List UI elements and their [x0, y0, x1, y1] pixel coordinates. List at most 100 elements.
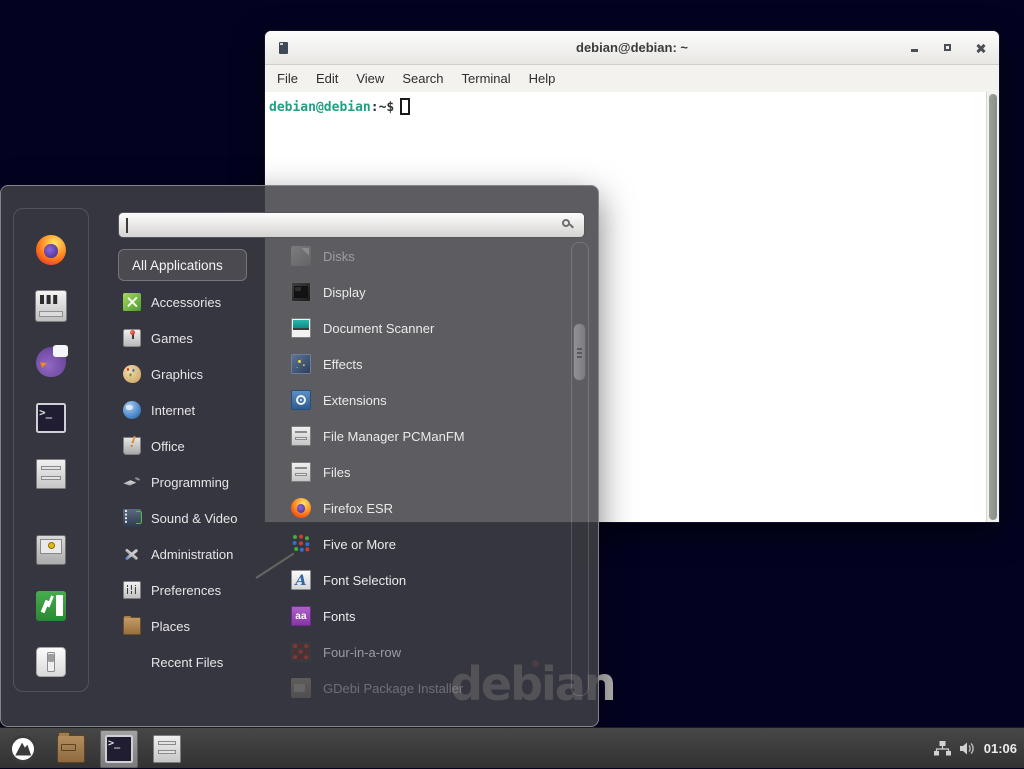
- menu-logo-icon: [9, 735, 37, 763]
- lock-screen-button[interactable]: [34, 533, 68, 567]
- category-label: Programming: [151, 475, 229, 490]
- volume-icon[interactable]: [959, 741, 976, 756]
- taskbar-file-manager-button[interactable]: [52, 730, 90, 768]
- category-places[interactable]: Places: [118, 608, 268, 644]
- menu-scrollbar-thumb[interactable]: [573, 323, 586, 381]
- taskbar-terminal-button[interactable]: >_: [100, 730, 138, 768]
- app-label: GDebi Package Installer: [323, 681, 463, 696]
- app-display[interactable]: Display: [289, 274, 561, 310]
- window-controls: [909, 31, 987, 64]
- menu-view[interactable]: View: [347, 71, 393, 86]
- app-effects[interactable]: Effects: [289, 346, 561, 382]
- terminal-menubar: FileEditViewSearchTerminalHelp: [265, 65, 999, 93]
- firefox-button[interactable]: [34, 233, 68, 267]
- category-internet[interactable]: Internet: [118, 392, 268, 428]
- category-label: Office: [151, 439, 185, 454]
- shutdown-icon: [36, 647, 66, 677]
- category-sound-video[interactable]: Sound & Video: [118, 500, 268, 536]
- app-label: Font Selection: [323, 573, 406, 588]
- category-recent-files[interactable]: Recent Files: [118, 644, 268, 680]
- extensions-icon: [291, 390, 311, 410]
- taskbar-buttons: >_: [4, 728, 186, 769]
- menu-scrollbar-track[interactable]: [571, 242, 589, 696]
- app-fonts[interactable]: aa Fonts: [289, 598, 561, 634]
- category-label: Administration: [151, 547, 233, 562]
- app-label: Files: [323, 465, 350, 480]
- gdebi-icon: [291, 678, 311, 698]
- session-buttons: [14, 533, 88, 679]
- terminal-scrollbar[interactable]: [986, 92, 999, 522]
- category-office[interactable]: Office: [118, 428, 268, 464]
- files-icon: [291, 462, 311, 482]
- prompt-suffix: :~$: [371, 100, 394, 115]
- app-gdebi-package-installer[interactable]: GDebi Package Installer: [289, 670, 561, 706]
- menu-edit[interactable]: Edit: [307, 71, 347, 86]
- favorites-sidebar: >_: [13, 208, 89, 692]
- app-document-scanner[interactable]: Document Scanner: [289, 310, 561, 346]
- app-four-in-a-row[interactable]: Four-in-a-row: [289, 634, 561, 670]
- taskbar-menu-button[interactable]: [4, 730, 42, 768]
- places-icon: [123, 617, 141, 635]
- app-label: Document Scanner: [323, 321, 434, 336]
- app-label: Four-in-a-row: [323, 645, 401, 660]
- category-label: Graphics: [151, 367, 203, 382]
- category-list: All ApplicationsAccessories Games Graphics…: [118, 246, 268, 680]
- search-input[interactable]: [118, 212, 585, 238]
- logout-icon: [36, 591, 66, 621]
- terminal-scrollbar-thumb[interactable]: [989, 94, 997, 520]
- terminal-titlebar[interactable]: debian@debian: ~: [265, 31, 999, 65]
- application-list: Disks Display Document Scanner EffectsExten…: [289, 238, 561, 706]
- taskbar-files-button[interactable]: [148, 730, 186, 768]
- app-file-manager-pcmanfm[interactable]: File Manager PCManFM: [289, 418, 561, 454]
- firefox-icon: [36, 235, 66, 265]
- network-icon[interactable]: [934, 741, 951, 756]
- settings-keys-button[interactable]: [34, 289, 68, 323]
- app-label: File Manager PCManFM: [323, 429, 465, 444]
- close-button[interactable]: [975, 42, 987, 54]
- taskbar: >_ 01:06: [0, 727, 1024, 768]
- menu-terminal[interactable]: Terminal: [453, 71, 520, 86]
- menu-search[interactable]: Search: [393, 71, 452, 86]
- app-font-selection[interactable]: AFont Selection: [289, 562, 561, 598]
- category-label: Internet: [151, 403, 195, 418]
- disks-icon: [291, 246, 311, 266]
- app-firefox-esr[interactable]: Firefox ESR: [289, 490, 561, 526]
- shutdown-button[interactable]: [34, 645, 68, 679]
- pidgin-icon: [36, 347, 66, 377]
- category-games[interactable]: Games: [118, 320, 268, 356]
- category-label: Sound & Video: [151, 511, 238, 526]
- app-label: Disks: [323, 249, 355, 264]
- category-administration[interactable]: Administration: [118, 536, 268, 572]
- file-manager-icon: [291, 426, 311, 446]
- app-label: Fonts: [323, 609, 356, 624]
- pidgin-button[interactable]: [34, 345, 68, 379]
- category-accessories[interactable]: Accessories: [118, 284, 268, 320]
- terminal-icon: >_: [36, 403, 66, 433]
- logout-button[interactable]: [34, 589, 68, 623]
- terminal-button[interactable]: >_: [34, 401, 68, 435]
- sound-video-icon: [123, 509, 141, 527]
- category-programming[interactable]: Programming: [118, 464, 268, 500]
- app-files[interactable]: Files: [289, 454, 561, 490]
- fonts-icon: aa: [291, 606, 311, 626]
- category-preferences[interactable]: Preferences: [118, 572, 268, 608]
- file-cabinet-button[interactable]: [34, 457, 68, 491]
- app-extensions[interactable]: Extensions: [289, 382, 561, 418]
- app-five-or-more[interactable]: Five or More: [289, 526, 561, 562]
- category-label: Places: [151, 619, 190, 634]
- category-graphics[interactable]: Graphics: [118, 356, 268, 392]
- maximize-button[interactable]: [942, 42, 954, 54]
- app-label: Five or More: [323, 537, 396, 552]
- lock-screen-icon: [36, 535, 66, 565]
- clock[interactable]: 01:06: [984, 741, 1017, 756]
- menu-file[interactable]: File: [268, 71, 307, 86]
- favorite-apps: >_: [14, 233, 88, 491]
- category-label: Games: [151, 331, 193, 346]
- app-label: Display: [323, 285, 366, 300]
- terminal-glyph: >_: [38, 405, 64, 431]
- minimize-button[interactable]: [909, 42, 921, 54]
- menu-help[interactable]: Help: [520, 71, 565, 86]
- category-all-applications[interactable]: All Applications: [118, 249, 247, 281]
- app-disks[interactable]: Disks: [289, 238, 561, 274]
- file-cabinet-icon: [36, 459, 66, 489]
